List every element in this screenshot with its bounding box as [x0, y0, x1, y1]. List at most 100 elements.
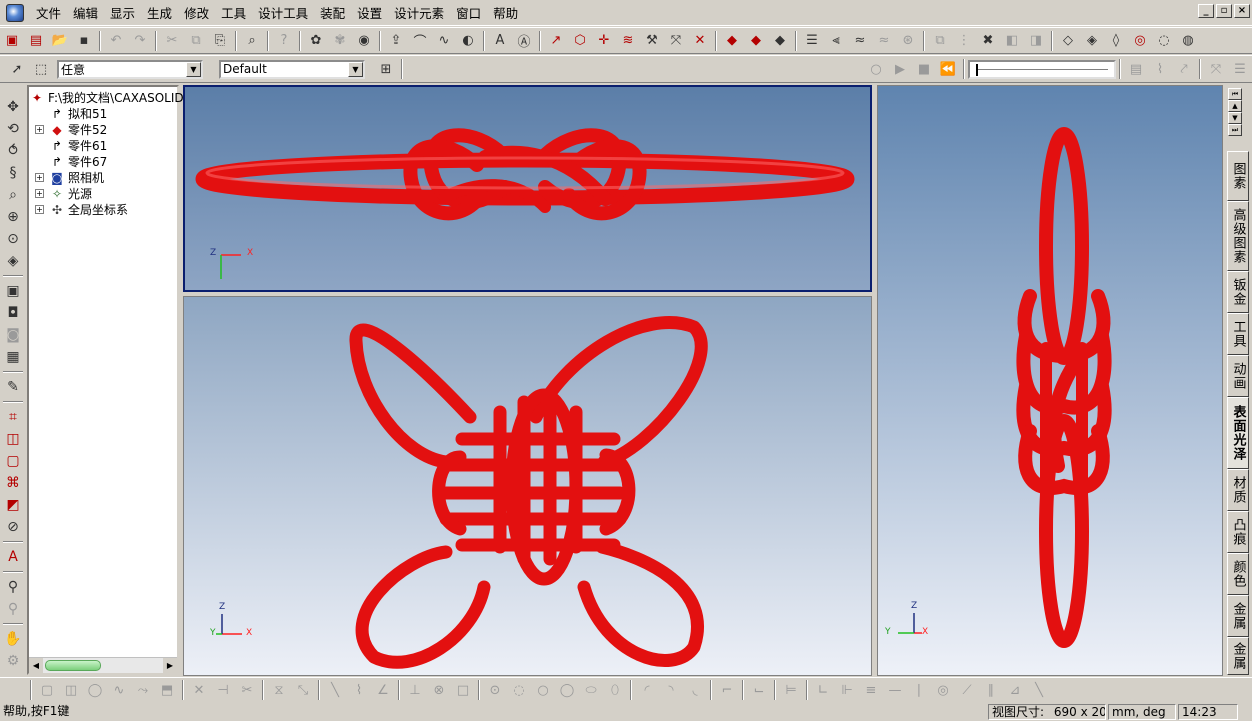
extend-icon[interactable]: ⊣: [212, 679, 234, 701]
menu-design-tools[interactable]: 设计工具: [252, 1, 314, 24]
open-icon[interactable]: 📂: [49, 30, 71, 52]
anim-extra-icon[interactable]: ☰: [1229, 58, 1251, 80]
box-frame-icon[interactable]: ▢: [2, 450, 24, 472]
expand-icon[interactable]: +: [35, 205, 44, 214]
smart-icon[interactable]: ✋: [2, 628, 24, 650]
tab-tools[interactable]: 工具: [1227, 313, 1249, 355]
concentric-icon[interactable]: ◎: [932, 679, 954, 701]
chamfer-icon[interactable]: ◨: [1025, 30, 1047, 52]
menu-display[interactable]: 显示: [104, 1, 141, 24]
expand-icon[interactable]: +: [35, 125, 44, 134]
sweep-icon[interactable]: ≈: [849, 30, 871, 52]
symmetric-icon[interactable]: ⊿: [1004, 679, 1026, 701]
camera-icon[interactable]: ◘: [2, 302, 24, 324]
perpendicular-icon[interactable]: ⊥: [404, 679, 426, 701]
scrollbar-thumb[interactable]: [45, 660, 101, 671]
restore-button[interactable]: ▫: [1216, 4, 1232, 18]
tree-item[interactable]: ↱ 拟和51: [35, 105, 107, 122]
scale-icon[interactable]: ⤡: [292, 679, 314, 701]
camera-view-icon[interactable]: ▣: [2, 280, 24, 302]
parallel-icon[interactable]: ∥: [980, 679, 1002, 701]
point-icon[interactable]: ↗: [545, 30, 567, 52]
tree-root[interactable]: ✦ F:\我的文档\CAXASOLID\: [29, 89, 188, 106]
minimize-button[interactable]: _: [1198, 4, 1214, 18]
rect-corner-icon[interactable]: ◫: [60, 679, 82, 701]
tab-sheet-metal[interactable]: 钣金: [1227, 271, 1249, 313]
polyline-icon[interactable]: ⌇: [348, 679, 370, 701]
render-settings-icon[interactable]: ✾: [329, 30, 351, 52]
tab-down-icon[interactable]: ▼: [1228, 112, 1242, 124]
wrap-icon[interactable]: ⊛: [897, 30, 919, 52]
menu-window[interactable]: 窗口: [450, 1, 487, 24]
material-icon[interactable]: ◉: [353, 30, 375, 52]
settings-icon[interactable]: ⚙: [2, 650, 24, 672]
tab-last-icon[interactable]: ⏭: [1228, 124, 1242, 136]
app-icon[interactable]: [6, 3, 24, 22]
arc3-icon[interactable]: ◟: [684, 679, 706, 701]
tree-item[interactable]: + ◆ 零件52: [35, 121, 107, 138]
select-filter-dropdown[interactable]: 任意 ▼: [57, 59, 203, 79]
new-icon[interactable]: ▣: [1, 30, 23, 52]
anim-path-icon[interactable]: ⌇: [1149, 58, 1171, 80]
menu-edit[interactable]: 编辑: [67, 1, 104, 24]
circle-2pt-icon[interactable]: ○: [532, 679, 554, 701]
menu-design-elements[interactable]: 设计元素: [388, 1, 450, 24]
record-icon[interactable]: ○: [865, 58, 887, 80]
project-icon[interactable]: ⬒: [156, 679, 178, 701]
stop-icon[interactable]: ■: [913, 58, 935, 80]
horizontal-icon[interactable]: —: [884, 679, 906, 701]
front-viewport[interactable]: Z X: [183, 85, 872, 292]
pan-icon[interactable]: ✥: [2, 96, 24, 118]
boolean-icon[interactable]: ✖: [977, 30, 999, 52]
view4-icon[interactable]: ◎: [1129, 30, 1151, 52]
shell-icon[interactable]: ≈: [873, 30, 895, 52]
expand-icon[interactable]: +: [35, 189, 44, 198]
tab-material[interactable]: 材质: [1227, 469, 1249, 511]
top-viewport[interactable]: Z Y X: [183, 296, 872, 676]
tab-up-icon[interactable]: ▲: [1228, 100, 1242, 112]
view2-icon[interactable]: ◈: [1081, 30, 1103, 52]
view-icon[interactable]: ◇: [1057, 30, 1079, 52]
snap-icon[interactable]: ⚒: [641, 30, 663, 52]
sphere-icon[interactable]: ⊘: [2, 516, 24, 538]
tangent-icon[interactable]: ⊗: [428, 679, 450, 701]
chamfer-sketch-icon[interactable]: ⌙: [748, 679, 770, 701]
hierarchy-icon[interactable]: ⊞: [375, 58, 397, 80]
cut-icon[interactable]: ✂: [161, 30, 183, 52]
copy-icon[interactable]: ⧉: [185, 30, 207, 52]
surface-icon[interactable]: ◐: [457, 30, 479, 52]
coincident-icon[interactable]: ⟋: [956, 679, 978, 701]
orbit-icon[interactable]: ⥀: [2, 140, 24, 162]
help-pointer-icon[interactable]: ?: [273, 30, 295, 52]
transform-icon[interactable]: ⤧: [665, 30, 687, 52]
view-angle-icon[interactable]: ⊙: [2, 228, 24, 250]
tree-item[interactable]: + ✣ 全局坐标系: [35, 201, 128, 218]
fit-view-icon[interactable]: ◈: [2, 250, 24, 272]
anim-key-icon[interactable]: ⤤: [1173, 58, 1195, 80]
expand-icon[interactable]: +: [35, 173, 44, 182]
solid-icon[interactable]: ◆: [721, 30, 743, 52]
circle-center-icon[interactable]: ⊙: [484, 679, 506, 701]
layer-icon[interactable]: ≋: [617, 30, 639, 52]
ellipse2-icon[interactable]: ⬯: [604, 679, 626, 701]
side-viewport[interactable]: Z Y X: [877, 85, 1223, 676]
menu-settings[interactable]: 设置: [351, 1, 388, 24]
tab-metal-2[interactable]: 金属: [1227, 637, 1249, 675]
text-box-icon[interactable]: Ⓐ: [513, 30, 535, 52]
shape-icon[interactable]: ◫: [2, 428, 24, 450]
save-icon[interactable]: ▪: [73, 30, 95, 52]
tab-metal[interactable]: 金属: [1227, 595, 1249, 637]
constraint-icon[interactable]: ∟: [812, 679, 834, 701]
curve-icon[interactable]: ∿: [433, 30, 455, 52]
rotate-icon[interactable]: ⟲: [2, 118, 24, 140]
move-icon[interactable]: ✛: [593, 30, 615, 52]
pointer-icon[interactable]: ➚: [6, 58, 28, 80]
square-icon[interactable]: □: [452, 679, 474, 701]
box-icon[interactable]: ⬡: [569, 30, 591, 52]
tab-advanced-elements[interactable]: 高级图素: [1227, 201, 1249, 271]
style-dropdown[interactable]: Default ▼: [219, 59, 365, 79]
mirror-icon[interactable]: ⧖: [268, 679, 290, 701]
circle-tan-icon[interactable]: ◯: [556, 679, 578, 701]
tree-item[interactable]: + ◙ 照相机: [35, 169, 104, 186]
menu-help[interactable]: 帮助: [487, 1, 524, 24]
